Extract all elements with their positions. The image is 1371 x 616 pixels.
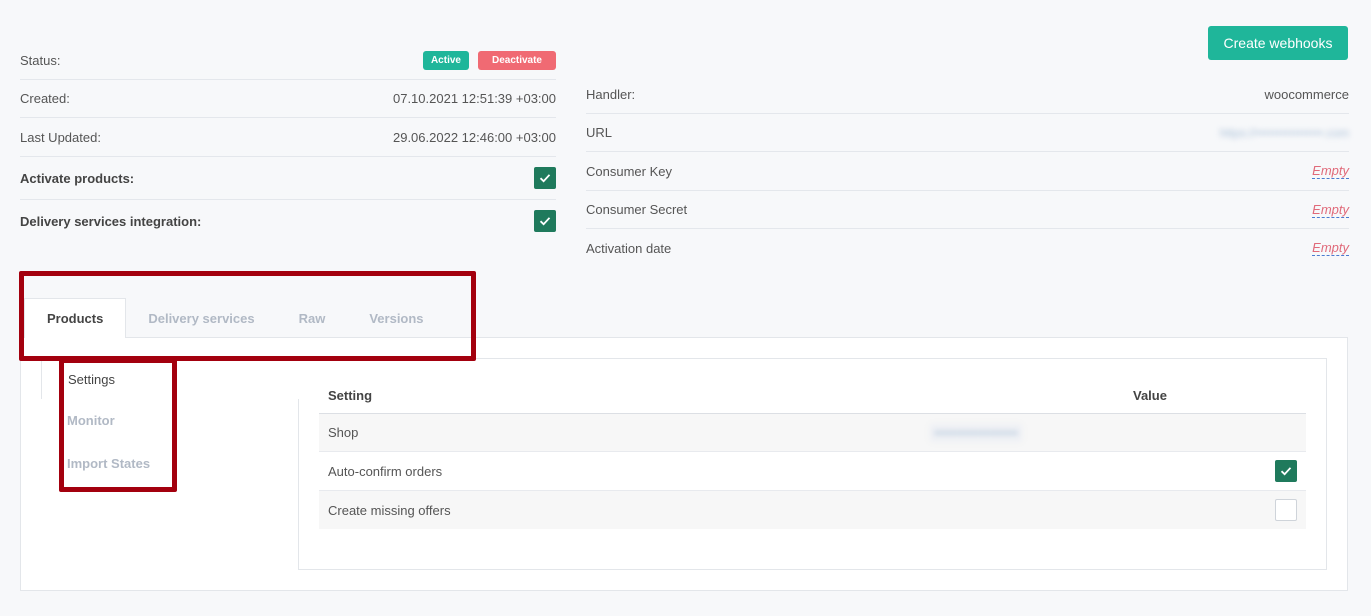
- setting-name: Auto-confirm orders: [328, 463, 443, 479]
- activate-products-label: Activate products:: [20, 170, 135, 186]
- connection-info-left: Status: Active Deactivate Created: 07.10…: [20, 42, 556, 242]
- consumer-secret-edit-link[interactable]: Empty: [1312, 202, 1349, 218]
- created-label: Created:: [20, 91, 70, 106]
- activation-date-row: Activation date Empty: [586, 229, 1349, 267]
- table-header: Setting Value: [319, 378, 1306, 414]
- check-icon: [539, 174, 551, 183]
- updated-value: 29.06.2022 12:46:00 +03:00: [392, 129, 556, 145]
- consumer-secret-row: Consumer Secret Empty: [586, 191, 1349, 229]
- url-row: URL https://••••••••••••••••.com: [586, 114, 1349, 152]
- shop-value: ••••••••••••••••••••: [930, 423, 1023, 442]
- activate-products-checkbox[interactable]: [534, 167, 556, 189]
- header-value: Value: [1133, 388, 1167, 403]
- handler-label: Handler:: [586, 87, 636, 102]
- highlight-box-subnav: [59, 358, 177, 492]
- updated-label: Last Updated:: [20, 129, 101, 145]
- delivery-integration-label: Delivery services integration:: [20, 213, 202, 229]
- activate-products-row: Activate products:: [20, 157, 556, 200]
- url-label: URL: [586, 125, 613, 140]
- handler-value: woocommerce: [1264, 87, 1349, 102]
- handler-row: Handler: woocommerce: [586, 76, 1349, 114]
- created-value: 07.10.2021 12:51:39 +03:00: [392, 91, 556, 106]
- url-value: https://••••••••••••••••.com: [1219, 125, 1349, 140]
- auto-confirm-checkbox[interactable]: [1275, 460, 1297, 482]
- consumer-secret-label: Consumer Secret: [586, 202, 688, 217]
- consumer-key-edit-link[interactable]: Empty: [1312, 163, 1349, 179]
- check-icon: [1280, 467, 1292, 476]
- activation-date-edit-link[interactable]: Empty: [1312, 240, 1349, 256]
- table-row: Auto-confirm orders: [319, 452, 1306, 491]
- check-icon: [539, 217, 551, 226]
- setting-name: Create missing offers: [328, 502, 451, 518]
- status-label: Status:: [20, 53, 61, 68]
- status-badge: Active: [422, 51, 469, 70]
- deactivate-button[interactable]: Deactivate: [477, 51, 556, 70]
- status-row: Status: Active Deactivate: [20, 42, 556, 80]
- consumer-key-label: Consumer Key: [586, 163, 672, 179]
- table-row: Shop ••••••••••••••••••••: [319, 414, 1306, 452]
- connection-info-right: Handler: woocommerce URL https://•••••••…: [586, 76, 1349, 267]
- activation-date-label: Activation date: [586, 240, 672, 256]
- highlight-box-tabs: [19, 271, 476, 361]
- settings-table: Setting Value Shop •••••••••••••••••••• …: [319, 378, 1306, 529]
- header-setting: Setting: [328, 388, 373, 403]
- consumer-key-row: Consumer Key Empty: [586, 152, 1349, 191]
- delivery-integration-row: Delivery services integration:: [20, 200, 556, 242]
- create-webhooks-button[interactable]: Create webhooks: [1208, 26, 1348, 60]
- updated-row: Last Updated: 29.06.2022 12:46:00 +03:00: [20, 118, 556, 157]
- table-row: Create missing offers: [319, 491, 1306, 529]
- delivery-integration-checkbox[interactable]: [534, 210, 556, 232]
- created-row: Created: 07.10.2021 12:51:39 +03:00: [20, 80, 556, 118]
- create-missing-offers-checkbox[interactable]: [1275, 499, 1297, 521]
